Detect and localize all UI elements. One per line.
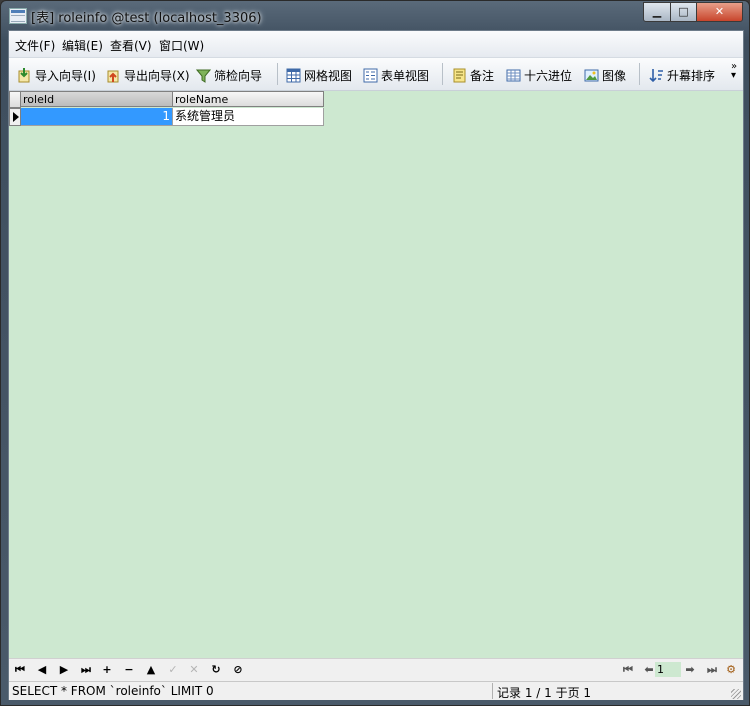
stop-icon[interactable]: ⊘ [230,662,246,678]
export-wizard-label: 导出向导(X) [124,68,190,83]
last-page-icon[interactable]: ⏭ [704,662,720,678]
import-wizard-button[interactable]: 导入向导(I) [17,65,96,85]
next-record-icon[interactable]: ▶ [56,662,72,678]
commit-icon[interactable]: ✓ [165,662,181,678]
toolbar: 导入向导(I) 导出向导(X) 筛检向导 网格视图 表单视图 备注 十六进位 图… [9,58,743,91]
hex-button[interactable]: 十六进位 [506,65,572,85]
toolbar-separator [277,63,278,85]
first-record-icon[interactable]: ⏮ [12,662,28,678]
menu-view[interactable]: 查看(V) [110,37,152,54]
memo-button[interactable]: 备注 [452,65,494,85]
next-page-icon[interactable]: ➡ [682,662,698,678]
sort-ascending-icon [649,68,664,83]
menu-edit[interactable]: 编辑(E) [62,37,103,54]
menu-bar: 文件(F) 编辑(E) 查看(V) 窗口(W) [9,31,743,58]
memo-label: 备注 [470,68,495,83]
column-header-roleid[interactable]: roleId [21,91,173,107]
filter-wizard-button[interactable]: 筛检向导 [195,65,263,85]
column-header-rolename[interactable]: roleName [173,91,324,107]
image-label: 图像 [602,68,627,83]
form-view-label: 表单视图 [381,68,430,83]
hex-icon [506,68,521,83]
sql-statement: SELECT * FROM `roleinfo` LIMIT 0 [12,684,214,698]
cell-roleid[interactable]: 1 [21,108,173,126]
page-number-field[interactable]: 1 [655,662,681,677]
grid-view-icon [286,68,301,83]
filter-icon [195,68,212,83]
data-grid[interactable]: roleId roleName 1 系统管理员 [9,91,743,658]
toolbar-overflow-chevron-icon[interactable]: » ▾ [731,62,737,81]
previous-record-icon[interactable]: ◀ [34,662,50,678]
sort-ascending-button[interactable]: 升幕排序 [649,65,715,85]
import-wizard-label: 导入向导(I) [35,68,96,83]
minimize-button[interactable]: ▁ [643,2,671,22]
apply-changes-icon[interactable]: ▲ [143,662,159,678]
status-separator [492,683,493,699]
table-window: [表] roleinfo @test (localhost_3306) ▁ □ … [0,0,750,706]
export-icon [106,68,121,83]
first-page-icon[interactable]: ⏮ [620,662,636,678]
window-content: 文件(F) 编辑(E) 查看(V) 窗口(W) 导入向导(I) 导出向导(X) [8,30,744,700]
hex-label: 十六进位 [524,68,573,83]
menu-file[interactable]: 文件(F) [15,37,55,54]
image-button[interactable]: 图像 [584,65,626,85]
cancel-edit-icon[interactable]: ✕ [186,662,202,678]
current-row-indicator-icon[interactable] [9,108,21,126]
resize-grip-icon[interactable] [731,689,741,699]
delete-record-icon[interactable]: − [121,662,137,678]
cell-rolename[interactable]: 系统管理员 [173,108,324,126]
grid-view-label: 网格视图 [304,68,353,83]
record-position: 记录 1 / 1 于页 1 [497,686,592,700]
table-icon [9,8,27,24]
form-view-button[interactable]: 表单视图 [363,65,429,85]
export-wizard-button[interactable]: 导出向导(X) [106,65,190,85]
grid-view-button[interactable]: 网格视图 [286,65,352,85]
maximize-button[interactable]: □ [670,2,697,22]
sort-ascending-label: 升幕排序 [667,68,716,83]
import-icon [17,67,32,83]
image-icon [584,68,599,83]
record-navigator: ⏮ ◀ ▶ ⏭ + − ▲ ✓ ✕ ↻ ⊘ ⏮ ⬅ 1 ➡ ⏭ ⚙ [9,658,743,681]
filter-wizard-label: 筛检向导 [214,68,263,83]
last-record-icon[interactable]: ⏭ [78,662,94,678]
form-view-icon [363,68,378,83]
close-button[interactable]: ✕ [696,2,743,22]
toolbar-separator [442,63,443,85]
refresh-icon[interactable]: ↻ [208,662,224,678]
menu-window[interactable]: 窗口(W) [159,37,204,54]
grid-corner [9,91,21,108]
page-settings-icon[interactable]: ⚙ [723,662,739,678]
title-bar[interactable]: [表] roleinfo @test (localhost_3306) ▁ □ … [1,1,749,31]
add-record-icon[interactable]: + [99,662,115,678]
memo-icon [452,68,467,83]
window-title: [表] roleinfo @test (localhost_3306) [31,11,262,26]
toolbar-separator [639,63,640,85]
status-bar: SELECT * FROM `roleinfo` LIMIT 0 记录 1 / … [9,681,743,700]
